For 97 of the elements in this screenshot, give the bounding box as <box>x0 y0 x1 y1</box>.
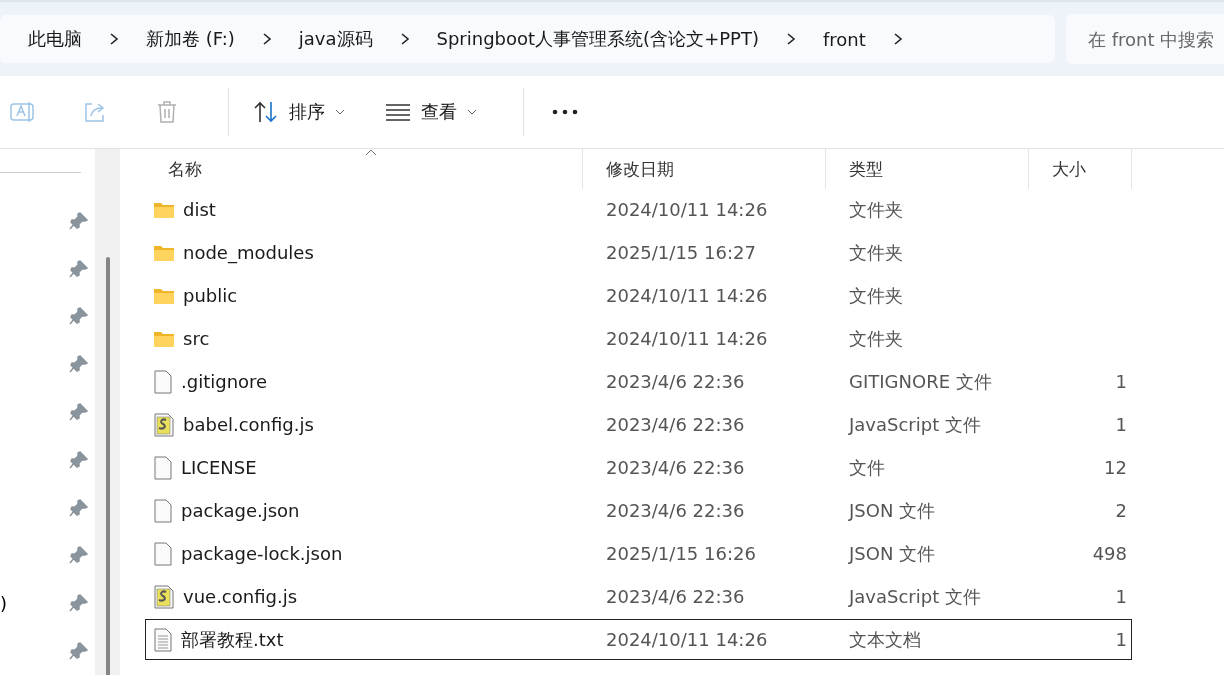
file-type: JSON 文件 <box>847 541 937 566</box>
file-size: 1 <box>1114 586 1128 607</box>
caret-icon <box>467 108 477 116</box>
file-size: 1 <box>1114 629 1128 650</box>
file-name: package-lock.json <box>181 543 343 564</box>
script-file-icon <box>153 584 175 609</box>
file-name: babel.config.js <box>183 414 314 435</box>
file-size: 12 <box>1103 457 1128 478</box>
file-size: 1 <box>1114 371 1128 392</box>
pin-icon[interactable] <box>69 210 89 231</box>
pin-icon[interactable] <box>69 354 89 375</box>
file-icon <box>153 369 173 394</box>
column-header[interactable]: 大小 <box>1029 149 1132 189</box>
file-row[interactable]: public 2024/10/11 14:26 文件夹 <box>145 275 1132 316</box>
file-name: public <box>183 285 238 306</box>
column-header[interactable]: 修改日期 <box>583 149 826 189</box>
pin-icon[interactable] <box>69 641 89 662</box>
file-row[interactable]: package-lock.json 2025/1/15 16:26 JSON 文件 498 <box>145 533 1132 574</box>
file-name: .gitignore <box>181 371 268 392</box>
file-name: package.json <box>181 500 300 521</box>
column-header[interactable]: 名称 <box>145 149 583 189</box>
text-file-icon <box>153 627 173 652</box>
file-type: 文件夹 <box>848 283 904 308</box>
script-file-icon <box>153 412 175 437</box>
breadcrumb-item[interactable]: java源码 <box>298 27 373 51</box>
file-name: LICENSE <box>181 457 257 478</box>
folder-icon <box>153 243 175 262</box>
file-row[interactable]: node_modules 2025/1/15 16:27 文件夹 <box>145 232 1132 273</box>
caret-icon <box>335 108 345 116</box>
file-name: src <box>183 328 210 349</box>
folder-icon <box>153 329 175 348</box>
pin-icon[interactable] <box>69 258 89 279</box>
modified-date: 2023/4/6 22:36 <box>605 586 746 607</box>
breadcrumb-item[interactable]: Springboot人事管理系统(含论文+PPT) <box>436 27 759 51</box>
search-field[interactable]: 在 front 中搜索 <box>1066 14 1224 64</box>
file-name: 部署教程.txt <box>181 627 284 652</box>
file-row[interactable]: .gitignore 2023/4/6 22:36 GITIGNORE 文件 1 <box>145 361 1132 402</box>
column-header[interactable]: 类型 <box>826 149 1029 189</box>
modified-date: 2025/1/15 16:26 <box>605 543 757 564</box>
sidebar-item[interactable]: ) <box>0 592 8 614</box>
modified-date: 2024/10/11 14:26 <box>605 328 769 349</box>
pin-icon[interactable] <box>69 545 89 566</box>
breadcrumb-item[interactable]: 新加卷 (F:) <box>146 27 235 51</box>
file-type: JSON 文件 <box>847 498 937 523</box>
file-type: 文件 <box>848 455 886 480</box>
breadcrumb-item[interactable]: front <box>822 28 866 50</box>
rename-icon <box>10 99 36 125</box>
file-name: node_modules <box>183 242 314 263</box>
trash-icon <box>156 100 178 124</box>
more-icon <box>552 109 578 115</box>
modified-date: 2023/4/6 22:36 <box>605 500 746 521</box>
file-icon <box>153 455 173 480</box>
modified-date: 2024/10/11 14:26 <box>605 285 769 306</box>
file-row[interactable]: babel.config.js 2023/4/6 22:36 JavaScript 文件 1 <box>145 404 1132 445</box>
folder-icon <box>153 286 175 305</box>
chevron-right-icon[interactable] <box>108 32 120 46</box>
file-row[interactable]: 部署教程.txt 2024/10/11 14:26 文本文档 1 <box>145 619 1132 660</box>
modified-date: 2023/4/6 22:36 <box>605 414 746 435</box>
pin-icon[interactable] <box>69 306 89 327</box>
pin-icon[interactable] <box>69 449 89 470</box>
file-size: 2 <box>1114 500 1128 521</box>
file-name: dist <box>183 199 216 220</box>
file-size: 498 <box>1091 543 1128 564</box>
modified-date: 2023/4/6 22:36 <box>605 457 746 478</box>
scrollbar-thumb[interactable] <box>105 257 110 675</box>
file-type: JavaScript 文件 <box>847 584 982 609</box>
share-icon <box>83 100 107 124</box>
file-row[interactable]: package.json 2023/4/6 22:36 JSON 文件 2 <box>145 490 1132 531</box>
modified-date: 2025/1/15 16:27 <box>605 242 757 263</box>
file-size: 1 <box>1114 414 1128 435</box>
pin-icon[interactable] <box>69 593 89 614</box>
file-type: 文件夹 <box>848 197 904 222</box>
file-row[interactable]: LICENSE 2023/4/6 22:36 文件 12 <box>145 447 1132 488</box>
sort-icon <box>253 100 279 124</box>
file-row[interactable]: src 2024/10/11 14:26 文件夹 <box>145 318 1132 359</box>
pin-icon[interactable] <box>69 497 89 518</box>
file-row[interactable]: dist 2024/10/11 14:26 文件夹 <box>145 189 1132 230</box>
file-row[interactable]: vue.config.js 2023/4/6 22:36 JavaScript 文件 1 <box>145 576 1132 617</box>
file-type: 文本文档 <box>848 627 922 652</box>
modified-date: 2024/10/11 14:26 <box>605 629 769 650</box>
view-button[interactable]: 查看 <box>379 94 483 130</box>
folder-icon <box>153 200 175 219</box>
breadcrumb-item[interactable]: 此电脑 <box>28 27 82 51</box>
file-type: JavaScript 文件 <box>847 412 982 437</box>
pin-icon[interactable] <box>69 402 89 423</box>
file-icon <box>153 498 173 523</box>
modified-date: 2023/4/6 22:36 <box>605 371 746 392</box>
sort-ascending-icon <box>365 149 377 156</box>
modified-date: 2024/10/11 14:26 <box>605 199 769 220</box>
file-type: 文件夹 <box>848 240 904 265</box>
list-icon <box>385 102 411 122</box>
file-name: vue.config.js <box>183 586 298 607</box>
file-type: 文件夹 <box>848 326 904 351</box>
file-icon <box>153 541 173 566</box>
address-bar[interactable]: 此电脑 新加卷 (F:) java源码 Springboot人事管理系统(含论文+PPT) front <box>0 15 1055 63</box>
file-type: GITIGNORE 文件 <box>848 369 993 394</box>
sort-button[interactable]: 排序 <box>247 94 351 130</box>
